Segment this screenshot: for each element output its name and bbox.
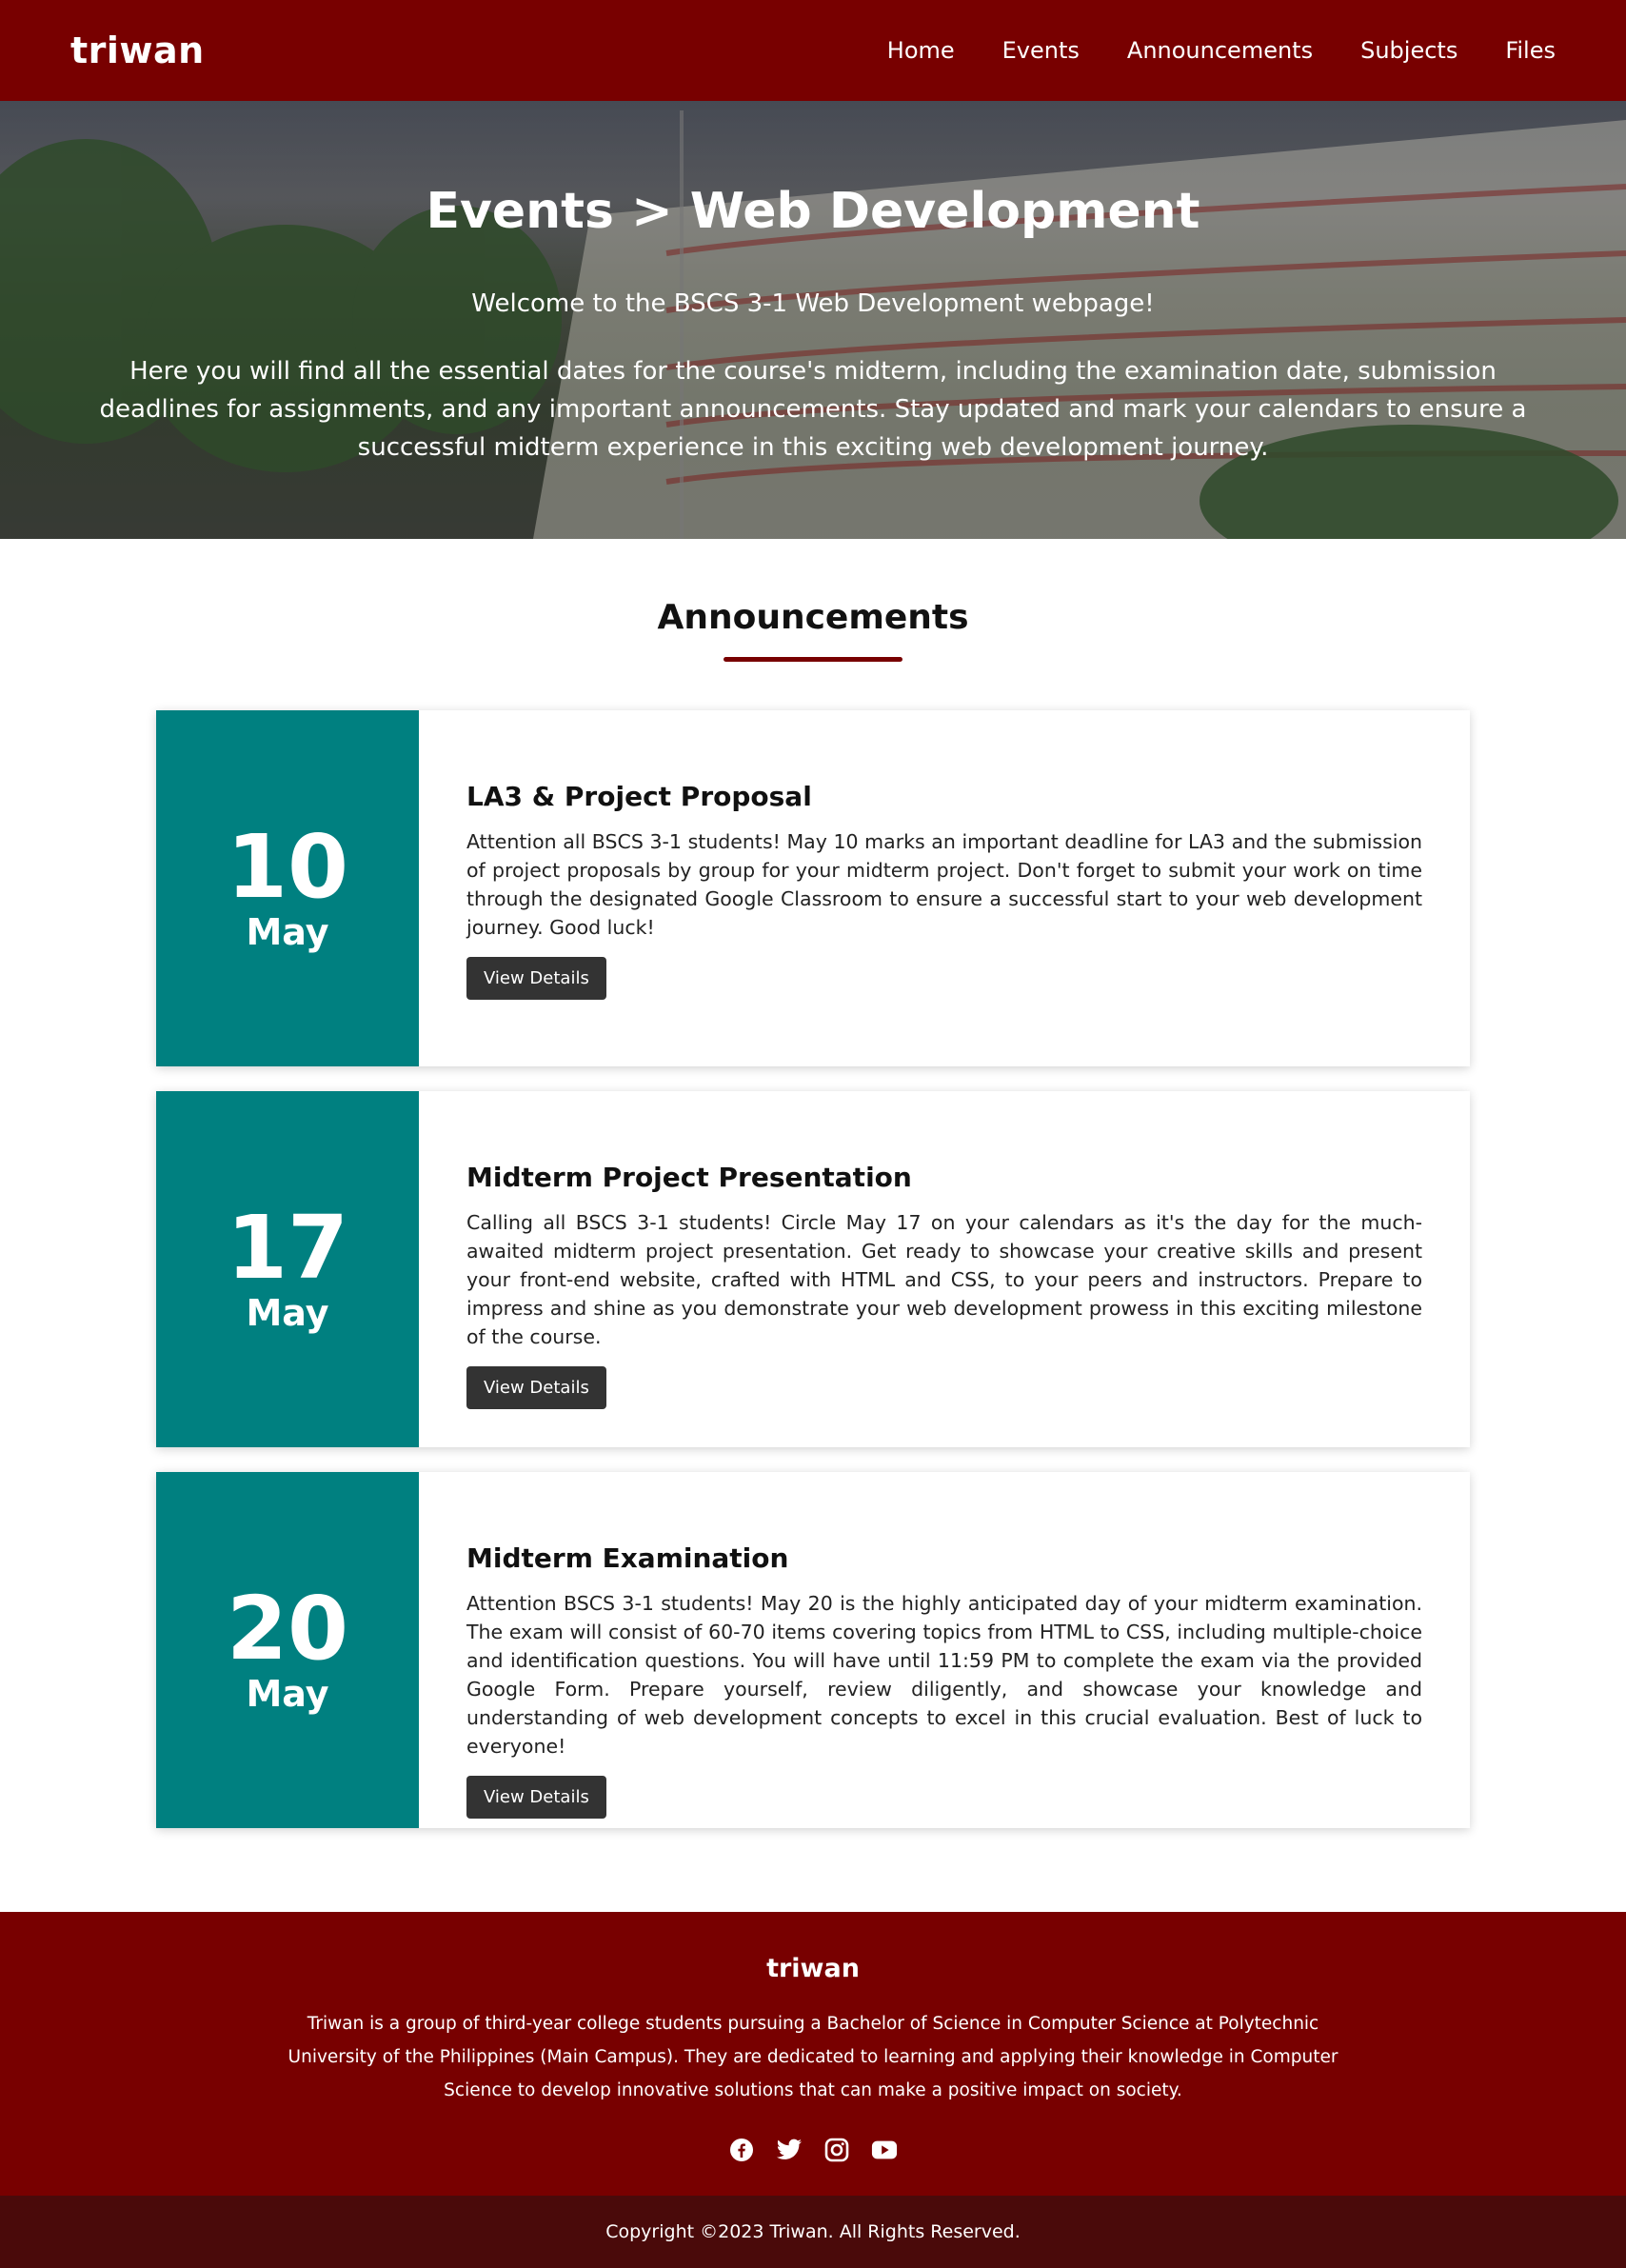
brand-logo[interactable]: triwan	[70, 30, 205, 71]
card-title: Midterm Project Presentation	[466, 1162, 912, 1193]
date-month: May	[246, 1292, 329, 1334]
nav-link-subjects[interactable]: Subjects	[1360, 37, 1457, 64]
twitter-icon[interactable]	[776, 2137, 803, 2163]
date-day: 10	[226, 816, 349, 918]
footer-description: Triwan is a group of third-year college …	[288, 2014, 1338, 2100]
card-body: Midterm Project Presentation Calling all…	[419, 1091, 1470, 1447]
view-details-button[interactable]: View Details	[466, 1366, 606, 1409]
date-box: 17 May	[156, 1091, 419, 1447]
hero-welcome-text: Welcome to the BSCS 3-1 Web Development …	[471, 289, 1155, 318]
nav-link-home[interactable]: Home	[887, 37, 955, 64]
date-day: 20	[226, 1578, 349, 1680]
youtube-icon[interactable]	[871, 2137, 898, 2163]
card-text: Calling all BSCS 3-1 students! Circle Ma…	[466, 1211, 1422, 1348]
hero-banner: Events > Web Development Welcome to the …	[0, 101, 1626, 539]
heading-underline	[724, 657, 902, 662]
card-title: Midterm Examination	[466, 1542, 789, 1574]
copyright-bar: Copyright ©2023 Triwan. All Rights Reser…	[0, 2196, 1626, 2268]
announcements-heading: Announcements	[657, 598, 969, 637]
copyright-text: Copyright ©2023 Triwan. All Rights Reser…	[605, 2221, 1021, 2242]
instagram-icon[interactable]	[823, 2137, 850, 2163]
card-body: Midterm Examination Attention BSCS 3-1 s…	[419, 1472, 1470, 1828]
view-details-button[interactable]: View Details	[466, 957, 606, 1000]
navbar: triwan Home Events Announcements Subject…	[0, 0, 1626, 101]
view-details-button[interactable]: View Details	[466, 1776, 606, 1819]
card-body: LA3 & Project Proposal Attention all BSC…	[419, 710, 1470, 1066]
nav-link-files[interactable]: Files	[1505, 37, 1556, 64]
announcement-card: 17 May Midterm Project Presentation Call…	[156, 1091, 1470, 1447]
nav-link-announcements[interactable]: Announcements	[1127, 37, 1313, 64]
page-title: Events > Web Development	[426, 183, 1200, 240]
card-text: Attention BSCS 3-1 students! May 20 is t…	[466, 1592, 1422, 1758]
date-day: 17	[226, 1197, 349, 1299]
footer: triwan Triwan is a group of third-year c…	[0, 1912, 1626, 2196]
date-month: May	[246, 1673, 329, 1715]
date-box: 10 May	[156, 710, 419, 1066]
footer-brand: triwan	[766, 1954, 860, 1983]
card-title: LA3 & Project Proposal	[466, 781, 812, 812]
social-links	[0, 2137, 1626, 2163]
card-text: Attention all BSCS 3-1 students! May 10 …	[466, 830, 1422, 939]
announcement-card: 10 May LA3 & Project Proposal Attention …	[156, 710, 1470, 1066]
date-box: 20 May	[156, 1472, 419, 1828]
facebook-icon[interactable]	[728, 2137, 755, 2163]
hero-description: Here you will find all the essential dat…	[99, 357, 1527, 462]
nav-link-events[interactable]: Events	[1002, 37, 1080, 64]
nav-links: Home Events Announcements Subjects Files	[887, 37, 1556, 64]
announcement-card: 20 May Midterm Examination Attention BSC…	[156, 1472, 1470, 1828]
hero-content: Events > Web Development Welcome to the …	[0, 101, 1626, 539]
date-month: May	[246, 911, 329, 953]
